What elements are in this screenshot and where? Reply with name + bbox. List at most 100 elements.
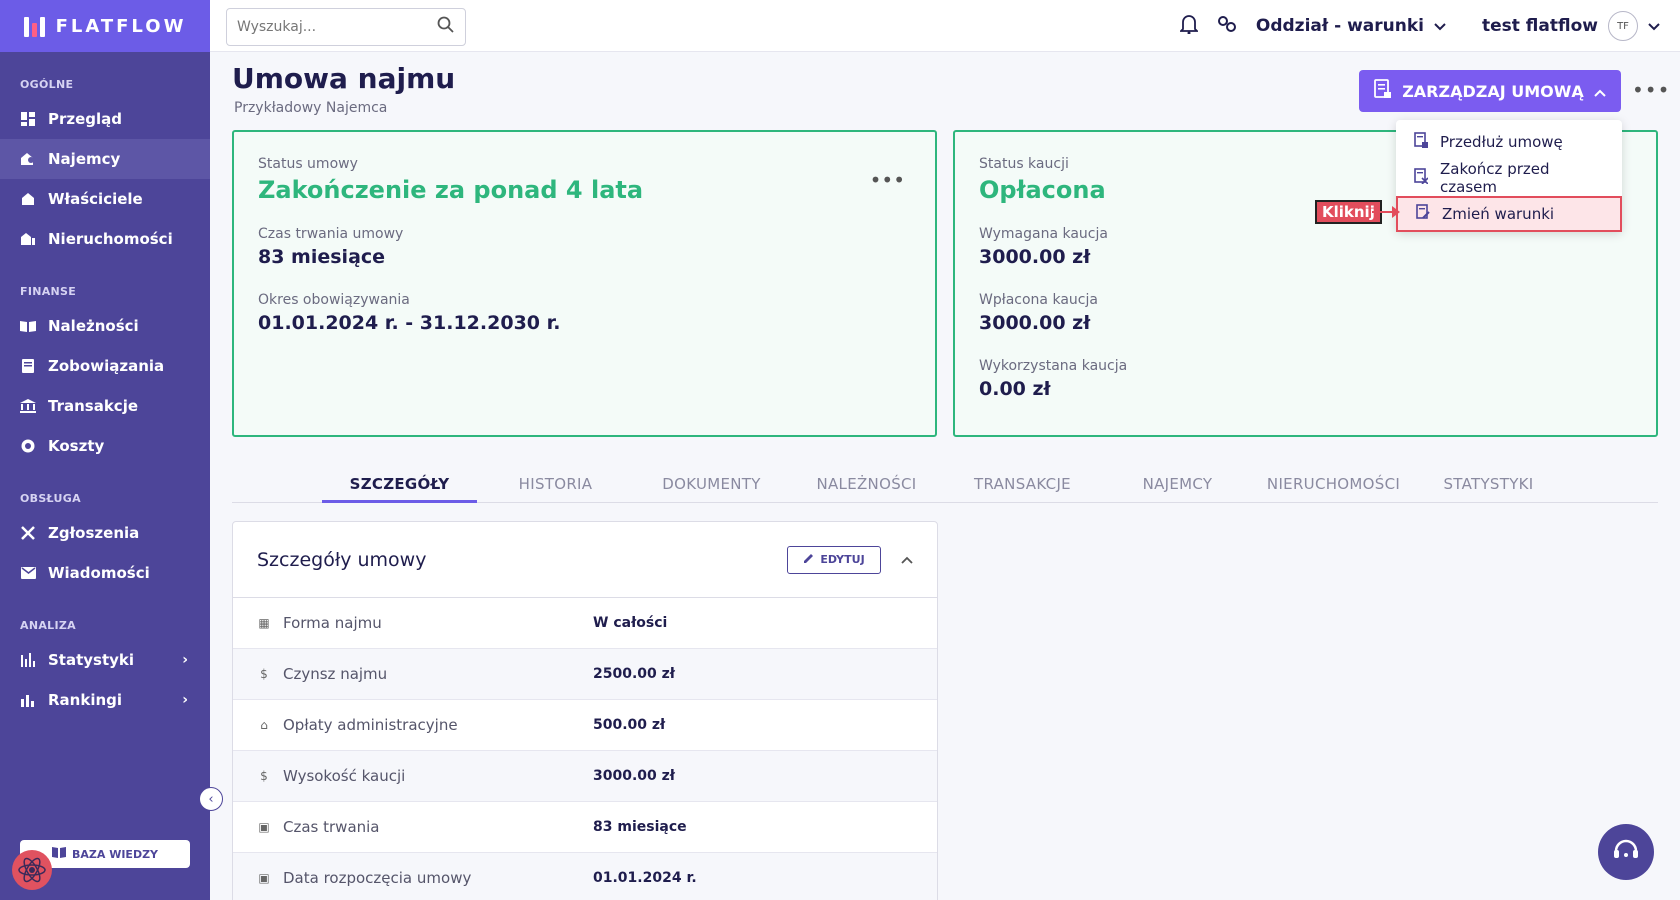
sidebar-item-label: Najemcy xyxy=(48,150,121,168)
end-early-label: Zakończ przed czasem xyxy=(1440,160,1550,196)
tab-najemcy[interactable]: NAJEMCY xyxy=(1100,475,1255,493)
brand-logo[interactable]: FLATFLOW xyxy=(0,0,210,52)
row-value: 01.01.2024 r. xyxy=(593,870,697,886)
properties-icon xyxy=(20,231,36,247)
sidebar-section-analysis: ANALIZA xyxy=(20,619,76,632)
sidebar-item-rankingi[interactable]: Rankingi › xyxy=(0,680,210,720)
sidebar-item-zgloszenia[interactable]: Zgłoszenia xyxy=(0,513,210,553)
manage-contract-dropdown: Przedłuż umowę Zakończ przed czasem Zmie… xyxy=(1396,120,1622,232)
branch-selector[interactable]: Oddział - warunki xyxy=(1256,16,1446,36)
sidebar-item-wlasciciele[interactable]: Właściciele xyxy=(0,179,210,219)
details-header: Szczegóły umowy EDYTUJ xyxy=(233,522,937,598)
table-row: $ Czynsz najmu 2500.00 zł xyxy=(233,649,937,700)
mail-icon xyxy=(20,565,36,581)
sidebar-item-label: Właściciele xyxy=(48,190,143,208)
contract-duration-value: 83 miesiące xyxy=(258,246,386,268)
contract-tabs: SZCZEGÓŁY HISTORIA DOKUMENTY NALEŻNOŚCI … xyxy=(232,465,1658,503)
table-row: ▣ Data rozpoczęcia umowy 01.01.2024 r. xyxy=(233,853,937,900)
contract-status-label: Status umowy xyxy=(258,156,358,172)
end-early-item[interactable]: Zakończ przed czasem xyxy=(1396,160,1622,196)
tab-szczegoly[interactable]: SZCZEGÓŁY xyxy=(322,475,477,503)
bank-icon xyxy=(20,398,36,414)
contract-period-label: Okres obowiązywania xyxy=(258,292,410,308)
edit-button[interactable]: EDYTUJ xyxy=(787,545,881,574)
row-label: Czas trwania xyxy=(283,818,380,836)
sidebar-item-transakcje[interactable]: Transakcje xyxy=(0,386,210,426)
tab-historia[interactable]: HISTORIA xyxy=(478,475,633,493)
contract-status-value: Zakończenie za ponad 4 lata xyxy=(258,176,644,204)
table-row: ▣ Czas trwania 83 miesiące xyxy=(233,802,937,853)
row-label: Wysokość kaucji xyxy=(283,767,406,785)
table-row: ▦ Forma najmu W całości xyxy=(233,598,937,649)
row-value: 500.00 zł xyxy=(593,717,666,733)
contract-duration-label: Czas trwania umowy xyxy=(258,226,404,242)
chevron-up-icon[interactable] xyxy=(901,552,913,568)
details-title: Szczegóły umowy xyxy=(257,548,427,571)
flatflow-logo-icon xyxy=(23,15,46,37)
page-subtitle: Przykładowy Najemca xyxy=(234,100,388,116)
sidebar-item-koszty[interactable]: Koszty xyxy=(0,426,210,466)
topbar-right: Oddział - warunki test flatflow TF xyxy=(1178,0,1660,52)
gears-icon[interactable] xyxy=(1216,14,1238,38)
row-label: Czynsz najmu xyxy=(283,665,388,683)
tab-dokumenty[interactable]: DOKUMENTY xyxy=(634,475,789,493)
sidebar-item-label: Statystyki xyxy=(48,651,135,669)
calendar-icon: ▣ xyxy=(258,871,270,885)
contract-status-card: Status umowy Zakończenie za ponad 4 lata… xyxy=(232,130,937,437)
dollar-icon: $ xyxy=(260,769,268,783)
sidebar-item-najemcy[interactable]: Najemcy xyxy=(0,139,210,179)
sidebar: FLATFLOW OGÓLNE Przegląd Najemcy Właścic… xyxy=(0,0,210,900)
sidebar-item-statystyki[interactable]: Statystyki › xyxy=(0,640,210,680)
extend-contract-item[interactable]: Przedłuż umowę xyxy=(1396,124,1622,160)
tab-nieruchomosci[interactable]: NIERUCHOMOŚCI xyxy=(1256,475,1411,493)
more-options-icon[interactable]: ••• xyxy=(1632,78,1670,102)
bank-icon: ⌂ xyxy=(260,718,268,732)
dollar-icon: $ xyxy=(260,667,268,681)
search-box[interactable] xyxy=(226,8,466,46)
avatar: TF xyxy=(1608,11,1638,41)
table-row: ⌂ Opłaty administracyjne 500.00 zł xyxy=(233,700,937,751)
liabilities-icon xyxy=(20,358,36,374)
owners-icon xyxy=(20,191,36,207)
support-chat-button[interactable] xyxy=(1598,824,1654,880)
manage-contract-button[interactable]: ZARZĄDZAJ UMOWĄ xyxy=(1359,70,1621,112)
topbar: Oddział - warunki test flatflow TF xyxy=(210,0,1680,52)
sidebar-item-przeglad[interactable]: Przegląd xyxy=(0,99,210,139)
tab-transakcje[interactable]: TRANSAKCJE xyxy=(945,475,1100,493)
tenants-icon xyxy=(20,151,36,167)
chevron-right-icon: › xyxy=(182,692,188,708)
row-value: 3000.00 zł xyxy=(593,768,675,784)
rankings-icon xyxy=(20,692,36,708)
tab-naleznosci[interactable]: NALEŻNOŚCI xyxy=(789,475,944,493)
change-terms-item[interactable]: Zmień warunki xyxy=(1396,196,1622,232)
row-label: Opłaty administracyjne xyxy=(283,716,458,734)
user-name: test flatflow xyxy=(1481,16,1598,36)
user-menu[interactable]: test flatflow TF xyxy=(1482,11,1660,41)
sidebar-item-wiadomosci[interactable]: Wiadomości xyxy=(0,553,210,593)
row-label: Data rozpoczęcia umowy xyxy=(283,869,472,887)
sidebar-item-label: Nieruchomości xyxy=(48,230,173,248)
sidebar-collapse-button[interactable]: ‹ xyxy=(199,787,223,811)
sidebar-item-label: Zobowiązania xyxy=(48,357,165,375)
receivables-icon xyxy=(20,318,36,334)
sidebar-item-zobowiazania[interactable]: Zobowiązania xyxy=(0,346,210,386)
search-input[interactable] xyxy=(237,19,427,35)
card-more-icon[interactable]: ••• xyxy=(870,168,905,192)
book-icon xyxy=(51,847,66,861)
search-icon[interactable] xyxy=(437,16,455,38)
sidebar-section-general: OGÓLNE xyxy=(20,78,74,91)
table-row: $ Wysokość kaucji 3000.00 zł xyxy=(233,751,937,802)
contract-end-icon xyxy=(1414,168,1429,188)
sidebar-item-naleznosci[interactable]: Należności xyxy=(0,306,210,346)
dashboard-icon xyxy=(20,111,36,127)
extend-contract-label: Przedłuż umowę xyxy=(1440,133,1563,151)
chevron-left-icon: ‹ xyxy=(208,791,214,807)
atom-logo-icon xyxy=(12,850,52,890)
tab-statystyki[interactable]: STATYSTYKI xyxy=(1411,475,1566,493)
row-value: 2500.00 zł xyxy=(593,666,675,682)
deposit-required-value: 3000.00 zł xyxy=(979,246,1091,268)
sidebar-item-nieruchomosci[interactable]: Nieruchomości xyxy=(0,219,210,259)
sidebar-item-label: Koszty xyxy=(48,437,105,455)
contract-details-panel: Szczegóły umowy EDYTUJ ▦ Forma najmu W ca… xyxy=(232,521,938,900)
bell-icon[interactable] xyxy=(1178,14,1200,38)
